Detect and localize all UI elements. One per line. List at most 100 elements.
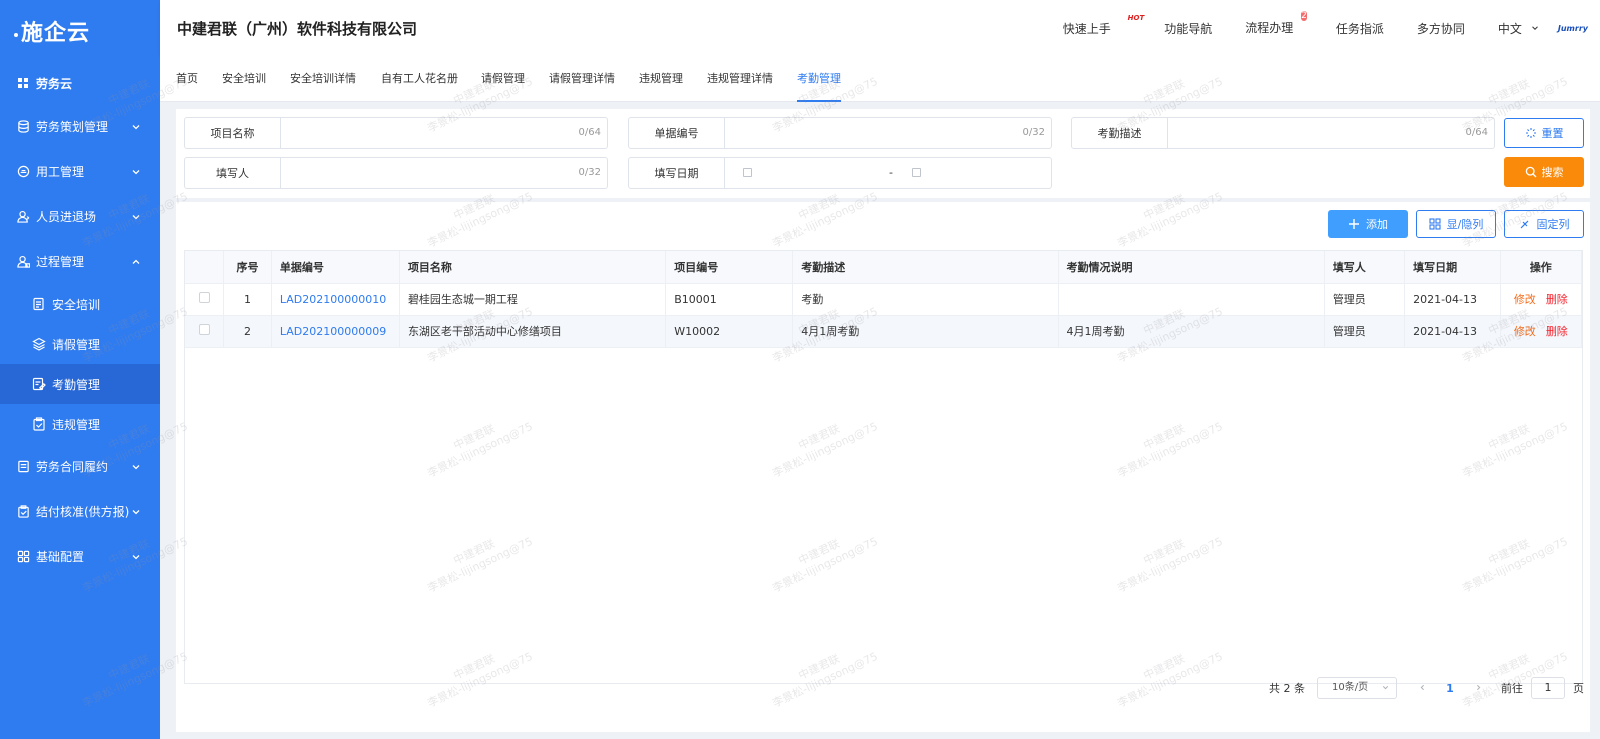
- page-number[interactable]: 1: [1439, 682, 1461, 695]
- company-name: 中建君联（广州）软件科技有限公司: [177, 19, 418, 38]
- sidebar-item-personnel[interactable]: 人员进退场: [0, 194, 160, 239]
- sidebar-subitem-attendance[interactable]: 考勤管理: [0, 364, 160, 404]
- sidebar-subitem-violation[interactable]: 违规管理: [0, 404, 160, 444]
- column-header[interactable]: 填写人: [1324, 251, 1406, 284]
- fix-columns-label: 固定列: [1536, 218, 1570, 231]
- header-nav-collaboration[interactable]: 多方协同: [1417, 20, 1465, 37]
- calendar-icon: [743, 168, 752, 177]
- column-header[interactable]: 考勤情况说明: [1058, 251, 1325, 284]
- page-size-select[interactable]: 10条/页: [1317, 677, 1397, 699]
- toggle-columns-button[interactable]: 显/隐列: [1416, 210, 1496, 238]
- chevron-down-icon: [132, 554, 140, 559]
- sidebar-subitem-safety-training[interactable]: 安全培训: [0, 284, 160, 324]
- doc-no-input[interactable]: 0/32: [725, 118, 1051, 148]
- filler-cell: 管理员: [1324, 315, 1406, 348]
- header-nav-quick-start[interactable]: 快速上手 HOT: [1063, 14, 1144, 37]
- column-header[interactable]: 单据编号: [271, 251, 400, 284]
- doc-no-link-text[interactable]: LAD202100000010: [280, 293, 386, 306]
- worker-icon: [16, 165, 30, 179]
- sidebar-item-labor-cloud[interactable]: 劳务云: [0, 62, 160, 104]
- fix-columns-button[interactable]: 固定列: [1504, 210, 1584, 238]
- layers-icon: [32, 337, 46, 351]
- table-row[interactable]: 2 LAD202100000009 东湖区老干部活动中心修缮项目 W10002 …: [185, 315, 1583, 348]
- header-nav-process[interactable]: 流程办理 2: [1245, 11, 1307, 37]
- page-size-value: 10条/页: [1332, 682, 1369, 693]
- header-nav-function-nav[interactable]: 功能导航: [1164, 20, 1212, 37]
- tab-attendance[interactable]: 考勤管理: [797, 56, 841, 102]
- edit-link[interactable]: 修改: [1514, 293, 1536, 306]
- tab-safety-training-detail[interactable]: 安全培训详情: [290, 56, 356, 102]
- fill-date-field[interactable]: 填写日期 -: [628, 157, 1052, 189]
- row-checkbox[interactable]: [198, 292, 210, 303]
- sidebar-item-employment[interactable]: 用工管理: [0, 149, 160, 194]
- language-label: 中文: [1497, 21, 1522, 36]
- project-name-cell: 碧桂园生态城一期工程: [399, 283, 667, 316]
- field-label: 填写日期: [629, 158, 725, 188]
- tab-leave-detail[interactable]: 请假管理详情: [549, 56, 615, 102]
- doc-no-link[interactable]: LAD202100000009: [271, 315, 400, 348]
- clipboard-check-icon: [33, 417, 45, 431]
- sidebar-item-labor-planning[interactable]: 劳务策划管理: [0, 104, 160, 149]
- delete-link[interactable]: 删除: [1546, 293, 1568, 306]
- chevron-down-icon: [1532, 26, 1538, 30]
- column-header[interactable]: 项目名称: [399, 251, 667, 284]
- edit-link[interactable]: 修改: [1514, 325, 1536, 338]
- tab-violation[interactable]: 违规管理: [639, 56, 683, 102]
- sidebar-item-contract[interactable]: 劳务合同履约: [0, 444, 160, 489]
- project-no-cell: W10002: [665, 315, 794, 348]
- doc-no-field[interactable]: 单据编号 0/32: [628, 117, 1052, 149]
- next-page-button[interactable]: [1467, 682, 1489, 695]
- apps-icon: [16, 550, 30, 564]
- search-button[interactable]: 搜索: [1504, 157, 1584, 187]
- sidebar-item-settlement[interactable]: 结付核准(供方报): [0, 489, 160, 534]
- add-button[interactable]: 添加: [1328, 210, 1408, 238]
- language-select[interactable]: 中文: [1498, 20, 1540, 37]
- tab-home[interactable]: 首页: [176, 56, 198, 102]
- column-header[interactable]: 填写日期: [1404, 251, 1501, 284]
- attendance-desc-input[interactable]: 0/64: [1168, 118, 1494, 148]
- sidebar-item-base-config[interactable]: 基础配置: [0, 534, 160, 579]
- column-header[interactable]: 考勤描述: [792, 251, 1059, 284]
- project-name-field[interactable]: 项目名称 0/64: [184, 117, 608, 149]
- date-range-picker[interactable]: -: [725, 158, 1051, 188]
- tab-leave[interactable]: 请假管理: [481, 56, 525, 102]
- column-header[interactable]: 项目编号: [665, 251, 794, 284]
- row-checkbox-cell[interactable]: [185, 283, 225, 316]
- attendance-desc-field[interactable]: 考勤描述 0/64: [1071, 117, 1495, 149]
- doc-no-link[interactable]: LAD202100000010: [271, 283, 400, 316]
- header-nav-task-assign[interactable]: 任务指派: [1336, 20, 1384, 37]
- page-unit-label: 页: [1573, 682, 1584, 695]
- row-checkbox[interactable]: [198, 324, 210, 335]
- add-button-label: 添加: [1366, 218, 1388, 231]
- sidebar-item-process[interactable]: 过程管理: [0, 239, 160, 284]
- delete-link[interactable]: 删除: [1546, 325, 1568, 338]
- row-checkbox-cell[interactable]: [185, 315, 225, 348]
- char-count: 0/32: [1022, 127, 1045, 138]
- select-all-cell[interactable]: [185, 251, 225, 284]
- sidebar-item-label: 结付核准(供方报): [36, 505, 130, 519]
- project-name-input[interactable]: 0/64: [281, 118, 607, 148]
- reset-button[interactable]: 重置: [1504, 118, 1584, 148]
- table-row[interactable]: 1 LAD202100000010 碧桂园生态城一期工程 B10001 考勤 管…: [185, 283, 1583, 316]
- seq-cell: 1: [223, 283, 272, 316]
- reset-button-label: 重置: [1541, 127, 1564, 140]
- filler-input[interactable]: 0/32: [281, 158, 607, 188]
- database-icon: [16, 120, 30, 134]
- tab-safety-training[interactable]: 安全培训: [222, 56, 266, 102]
- doc-no-link-text[interactable]: LAD202100000009: [280, 325, 386, 338]
- desc-cell: 考勤: [792, 283, 1059, 316]
- tab-worker-roster[interactable]: 自有工人花名册: [381, 56, 458, 102]
- goto-page-input[interactable]: 1: [1531, 677, 1565, 699]
- columns-grid-icon: [1429, 218, 1441, 230]
- tab-violation-detail[interactable]: 违规管理详情: [707, 56, 773, 102]
- filler-field[interactable]: 填写人 0/32: [184, 157, 608, 189]
- chevron-down-icon: [132, 464, 140, 469]
- column-header[interactable]: 序号: [223, 251, 272, 284]
- sidebar-subitem-leave[interactable]: 请假管理: [0, 324, 160, 364]
- table-card: 添加 显/隐列 固定列 序号 单据编号 项目名称 项目编号 考勤描述 考勤情况说…: [176, 202, 1590, 732]
- pagination: 共 2 条 10条/页 1 前往 1 页: [1269, 676, 1584, 700]
- prev-page-button[interactable]: [1411, 682, 1433, 695]
- table-header-row: 序号 单据编号 项目名称 项目编号 考勤描述 考勤情况说明 填写人 填写日期 操…: [185, 251, 1583, 284]
- logo-text: 施企云: [21, 21, 91, 46]
- tab-bar: 首页 安全培训 安全培训详情 自有工人花名册 请假管理 请假管理详情 违规管理 …: [160, 56, 1600, 102]
